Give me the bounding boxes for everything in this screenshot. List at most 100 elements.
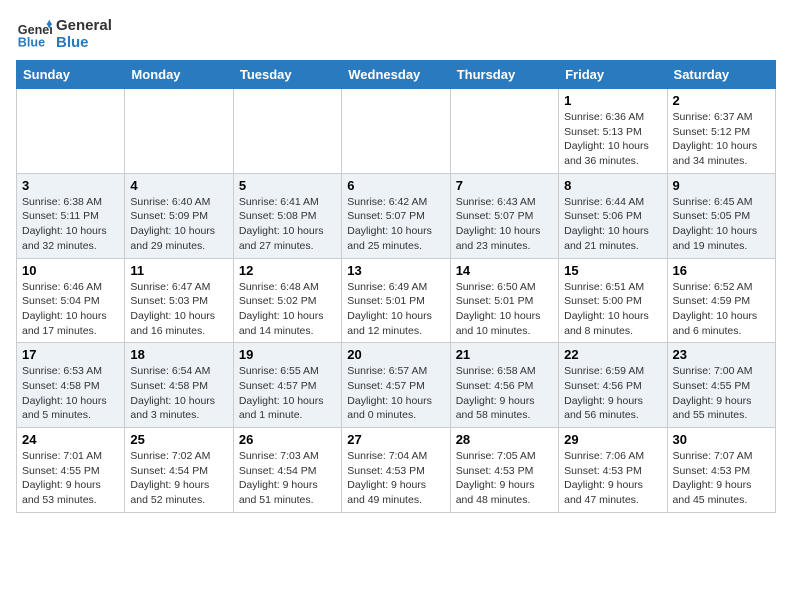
day-info: Sunrise: 6:45 AM Sunset: 5:05 PM Dayligh… bbox=[673, 195, 770, 254]
day-number: 19 bbox=[239, 347, 336, 362]
calendar-cell: 25 Sunrise: 7:02 AM Sunset: 4:54 PM Dayli… bbox=[125, 428, 233, 513]
week-row-2: 3 Sunrise: 6:38 AM Sunset: 5:11 PM Daylig… bbox=[17, 173, 776, 258]
calendar-cell: 7Sunrise: 6:43 AM Sunset: 5:07 PM Daylig… bbox=[450, 173, 558, 258]
calendar-cell: 6 Sunrise: 6:42 AM Sunset: 5:07 PM Daylig… bbox=[342, 173, 450, 258]
day-info: Sunrise: 6:43 AM Sunset: 5:07 PM Dayligh… bbox=[456, 195, 553, 254]
day-number: 13 bbox=[347, 263, 444, 278]
logo-icon: General Blue bbox=[16, 16, 52, 52]
weekday-header-friday: Friday bbox=[559, 61, 667, 89]
calendar-cell: 4 Sunrise: 6:40 AM Sunset: 5:09 PM Daylig… bbox=[125, 173, 233, 258]
day-info: Sunrise: 7:03 AM Sunset: 4:54 PM Dayligh… bbox=[239, 449, 336, 508]
day-number: 1 bbox=[564, 93, 661, 108]
calendar-cell: 11 Sunrise: 6:47 AM Sunset: 5:03 PM Dayli… bbox=[125, 258, 233, 343]
weekday-header-thursday: Thursday bbox=[450, 61, 558, 89]
day-info: Sunrise: 6:59 AM Sunset: 4:56 PM Dayligh… bbox=[564, 364, 661, 423]
weekday-header-tuesday: Tuesday bbox=[233, 61, 341, 89]
day-info: Sunrise: 6:55 AM Sunset: 4:57 PM Dayligh… bbox=[239, 364, 336, 423]
day-info: Sunrise: 6:53 AM Sunset: 4:58 PM Dayligh… bbox=[22, 364, 119, 423]
day-number: 22 bbox=[564, 347, 661, 362]
calendar-cell bbox=[342, 89, 450, 174]
day-info: Sunrise: 7:00 AM Sunset: 4:55 PM Dayligh… bbox=[673, 364, 770, 423]
day-number: 21 bbox=[456, 347, 553, 362]
calendar-cell: 18Sunrise: 6:54 AM Sunset: 4:58 PM Dayli… bbox=[125, 343, 233, 428]
calendar-cell: 17 Sunrise: 6:53 AM Sunset: 4:58 PM Dayli… bbox=[17, 343, 125, 428]
calendar-cell: 27Sunrise: 7:04 AM Sunset: 4:53 PM Dayli… bbox=[342, 428, 450, 513]
day-info: Sunrise: 6:58 AM Sunset: 4:56 PM Dayligh… bbox=[456, 364, 553, 423]
day-number: 20 bbox=[347, 347, 444, 362]
day-info: Sunrise: 7:06 AM Sunset: 4:53 PM Dayligh… bbox=[564, 449, 661, 508]
calendar-cell: 29 Sunrise: 7:06 AM Sunset: 4:53 PM Dayli… bbox=[559, 428, 667, 513]
calendar-cell: 20 Sunrise: 6:57 AM Sunset: 4:57 PM Dayli… bbox=[342, 343, 450, 428]
day-info: Sunrise: 6:48 AM Sunset: 5:02 PM Dayligh… bbox=[239, 280, 336, 339]
day-info: Sunrise: 6:37 AM Sunset: 5:12 PM Dayligh… bbox=[673, 110, 770, 169]
day-info: Sunrise: 6:42 AM Sunset: 5:07 PM Dayligh… bbox=[347, 195, 444, 254]
day-number: 4 bbox=[130, 178, 227, 193]
day-number: 5 bbox=[239, 178, 336, 193]
calendar-cell: 13 Sunrise: 6:49 AM Sunset: 5:01 PM Dayli… bbox=[342, 258, 450, 343]
day-info: Sunrise: 6:50 AM Sunset: 5:01 PM Dayligh… bbox=[456, 280, 553, 339]
calendar-cell: 8 Sunrise: 6:44 AM Sunset: 5:06 PM Daylig… bbox=[559, 173, 667, 258]
day-info: Sunrise: 6:49 AM Sunset: 5:01 PM Dayligh… bbox=[347, 280, 444, 339]
logo: General Blue General Blue bbox=[16, 16, 112, 52]
logo-general: General bbox=[56, 17, 112, 34]
calendar-table: SundayMondayTuesdayWednesdayThursdayFrid… bbox=[16, 60, 776, 513]
day-info: Sunrise: 6:44 AM Sunset: 5:06 PM Dayligh… bbox=[564, 195, 661, 254]
day-number: 17 bbox=[22, 347, 119, 362]
calendar-cell: 12 Sunrise: 6:48 AM Sunset: 5:02 PM Dayli… bbox=[233, 258, 341, 343]
day-info: Sunrise: 6:46 AM Sunset: 5:04 PM Dayligh… bbox=[22, 280, 119, 339]
day-info: Sunrise: 7:01 AM Sunset: 4:55 PM Dayligh… bbox=[22, 449, 119, 508]
calendar-cell: 2 Sunrise: 6:37 AM Sunset: 5:12 PM Daylig… bbox=[667, 89, 775, 174]
day-number: 24 bbox=[22, 432, 119, 447]
day-number: 25 bbox=[130, 432, 227, 447]
calendar-cell: 21 Sunrise: 6:58 AM Sunset: 4:56 PM Dayli… bbox=[450, 343, 558, 428]
day-info: Sunrise: 6:47 AM Sunset: 5:03 PM Dayligh… bbox=[130, 280, 227, 339]
calendar-cell bbox=[450, 89, 558, 174]
day-number: 23 bbox=[673, 347, 770, 362]
day-number: 28 bbox=[456, 432, 553, 447]
svg-text:Blue: Blue bbox=[18, 36, 45, 50]
day-number: 10 bbox=[22, 263, 119, 278]
weekday-header-row: SundayMondayTuesdayWednesdayThursdayFrid… bbox=[17, 61, 776, 89]
day-number: 2 bbox=[673, 93, 770, 108]
calendar-cell bbox=[17, 89, 125, 174]
calendar-cell: 10 Sunrise: 6:46 AM Sunset: 5:04 PM Dayli… bbox=[17, 258, 125, 343]
day-number: 16 bbox=[673, 263, 770, 278]
calendar-cell: 19 Sunrise: 6:55 AM Sunset: 4:57 PM Dayli… bbox=[233, 343, 341, 428]
week-row-4: 17 Sunrise: 6:53 AM Sunset: 4:58 PM Dayli… bbox=[17, 343, 776, 428]
week-row-3: 10 Sunrise: 6:46 AM Sunset: 5:04 PM Dayli… bbox=[17, 258, 776, 343]
day-info: Sunrise: 7:02 AM Sunset: 4:54 PM Dayligh… bbox=[130, 449, 227, 508]
calendar-cell: 30Sunrise: 7:07 AM Sunset: 4:53 PM Dayli… bbox=[667, 428, 775, 513]
calendar-cell: 15Sunrise: 6:51 AM Sunset: 5:00 PM Dayli… bbox=[559, 258, 667, 343]
day-number: 8 bbox=[564, 178, 661, 193]
calendar-cell bbox=[125, 89, 233, 174]
calendar-cell: 5Sunrise: 6:41 AM Sunset: 5:08 PM Daylig… bbox=[233, 173, 341, 258]
day-number: 12 bbox=[239, 263, 336, 278]
calendar-cell: 1Sunrise: 6:36 AM Sunset: 5:13 PM Daylig… bbox=[559, 89, 667, 174]
day-number: 9 bbox=[673, 178, 770, 193]
calendar-cell: 3 Sunrise: 6:38 AM Sunset: 5:11 PM Daylig… bbox=[17, 173, 125, 258]
day-number: 6 bbox=[347, 178, 444, 193]
header: General Blue General Blue bbox=[16, 16, 776, 52]
day-info: Sunrise: 6:38 AM Sunset: 5:11 PM Dayligh… bbox=[22, 195, 119, 254]
weekday-header-sunday: Sunday bbox=[17, 61, 125, 89]
day-info: Sunrise: 6:51 AM Sunset: 5:00 PM Dayligh… bbox=[564, 280, 661, 339]
day-number: 14 bbox=[456, 263, 553, 278]
week-row-1: 1Sunrise: 6:36 AM Sunset: 5:13 PM Daylig… bbox=[17, 89, 776, 174]
logo-blue: Blue bbox=[56, 34, 112, 51]
day-number: 11 bbox=[130, 263, 227, 278]
day-info: Sunrise: 7:04 AM Sunset: 4:53 PM Dayligh… bbox=[347, 449, 444, 508]
weekday-header-monday: Monday bbox=[125, 61, 233, 89]
day-number: 26 bbox=[239, 432, 336, 447]
day-info: Sunrise: 7:05 AM Sunset: 4:53 PM Dayligh… bbox=[456, 449, 553, 508]
weekday-header-saturday: Saturday bbox=[667, 61, 775, 89]
day-info: Sunrise: 6:40 AM Sunset: 5:09 PM Dayligh… bbox=[130, 195, 227, 254]
calendar-cell: 22 Sunrise: 6:59 AM Sunset: 4:56 PM Dayli… bbox=[559, 343, 667, 428]
day-number: 18 bbox=[130, 347, 227, 362]
day-info: Sunrise: 6:52 AM Sunset: 4:59 PM Dayligh… bbox=[673, 280, 770, 339]
day-info: Sunrise: 6:57 AM Sunset: 4:57 PM Dayligh… bbox=[347, 364, 444, 423]
day-number: 29 bbox=[564, 432, 661, 447]
calendar-cell bbox=[233, 89, 341, 174]
day-number: 3 bbox=[22, 178, 119, 193]
calendar-cell: 9 Sunrise: 6:45 AM Sunset: 5:05 PM Daylig… bbox=[667, 173, 775, 258]
day-number: 30 bbox=[673, 432, 770, 447]
